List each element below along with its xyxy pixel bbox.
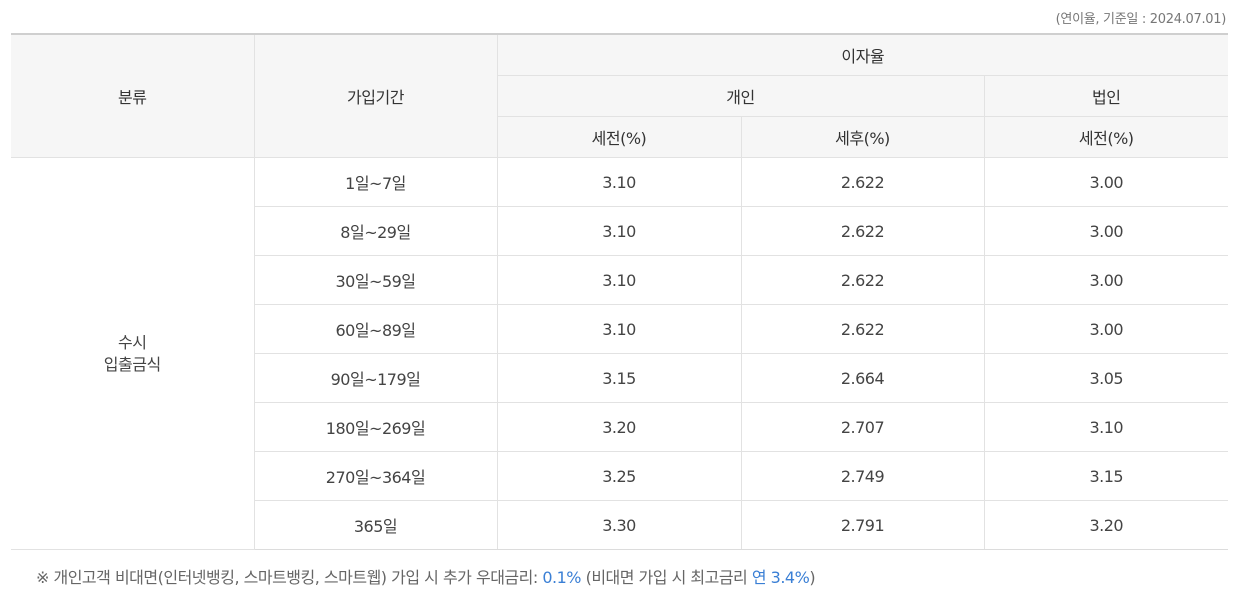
term-cell: 180일~269일 <box>253 402 497 452</box>
rate-basis-label: (연이율, 기준일 : 2024.07.01) <box>1055 12 1227 27</box>
pre-tax-cell: 3.10 <box>496 304 741 354</box>
header-rate: 이자율 <box>496 33 1228 76</box>
term-cell: 8일~29일 <box>253 206 497 256</box>
corporate-cell: 3.00 <box>983 304 1228 354</box>
corporate-cell: 3.10 <box>983 402 1228 452</box>
term-cell: 365일 <box>253 500 497 550</box>
table-row: 수시 입출금식 1일~7일 3.10 2.622 3.00 <box>11 157 1228 550</box>
pre-tax-cell: 3.10 <box>496 255 741 305</box>
pre-tax-cell: 3.10 <box>496 206 741 256</box>
term-cell: 90일~179일 <box>253 353 497 403</box>
after-tax-cell: 2.664 <box>740 353 984 403</box>
pre-tax-cell: 3.15 <box>496 353 741 403</box>
note-prefix: ※ 개인고객 비대면(인터넷뱅킹, 스마트뱅킹, 스마트웹) 가입 시 추가 우… <box>36 568 543 587</box>
header-category: 분류 <box>11 33 254 158</box>
header-corporate-pre-tax: 세전(%) <box>983 116 1228 158</box>
header-corporate: 법인 <box>983 75 1228 117</box>
after-tax-cell: 2.622 <box>740 206 984 256</box>
after-tax-cell: 2.791 <box>740 500 984 550</box>
corporate-cell: 3.00 <box>983 255 1228 305</box>
term-cell: 60일~89일 <box>253 304 497 354</box>
pre-tax-cell: 3.30 <box>496 500 741 550</box>
max-rate-value: 연 3.4% <box>751 568 810 587</box>
preferential-rate-note: ※ 개인고객 비대면(인터넷뱅킹, 스마트뱅킹, 스마트웹) 가입 시 추가 우… <box>36 564 816 588</box>
corporate-cell: 3.00 <box>983 206 1228 256</box>
pre-tax-cell: 3.25 <box>496 451 741 501</box>
after-tax-cell: 2.622 <box>740 255 984 305</box>
header-individual-after-tax: 세후(%) <box>740 116 984 158</box>
pre-tax-cell: 3.20 <box>496 402 741 452</box>
header-term: 가입기간 <box>253 33 497 158</box>
corporate-cell: 3.05 <box>983 353 1228 403</box>
after-tax-cell: 2.707 <box>740 402 984 452</box>
extra-rate-value: 0.1% <box>542 568 581 587</box>
term-cell: 30일~59일 <box>253 255 497 305</box>
corporate-cell: 3.15 <box>983 451 1228 501</box>
category-line: 수시 <box>118 332 147 352</box>
category-cell: 수시 입출금식 <box>11 157 254 550</box>
after-tax-cell: 2.622 <box>740 157 984 207</box>
corporate-cell: 3.20 <box>983 500 1228 550</box>
header-individual: 개인 <box>496 75 984 117</box>
corporate-cell: 3.00 <box>983 157 1228 207</box>
note-suffix: ) <box>809 568 816 587</box>
interest-rate-table: 분류 가입기간 이자율 개인 법인 세전(%) 세후(%) 세전(%) 수시 입… <box>11 33 1228 550</box>
category-line: 입출금식 <box>103 354 161 374</box>
after-tax-cell: 2.622 <box>740 304 984 354</box>
rate-page: (연이율, 기준일 : 2024.07.01) 분류 가입기간 이자율 개인 법… <box>0 0 1256 590</box>
header-individual-pre-tax: 세전(%) <box>496 116 741 158</box>
after-tax-cell: 2.749 <box>740 451 984 501</box>
pre-tax-cell: 3.10 <box>496 157 741 207</box>
term-cell: 270일~364일 <box>253 451 497 501</box>
term-cell: 1일~7일 <box>253 157 497 207</box>
note-middle: (비대면 가입 시 최고금리 <box>580 568 752 587</box>
